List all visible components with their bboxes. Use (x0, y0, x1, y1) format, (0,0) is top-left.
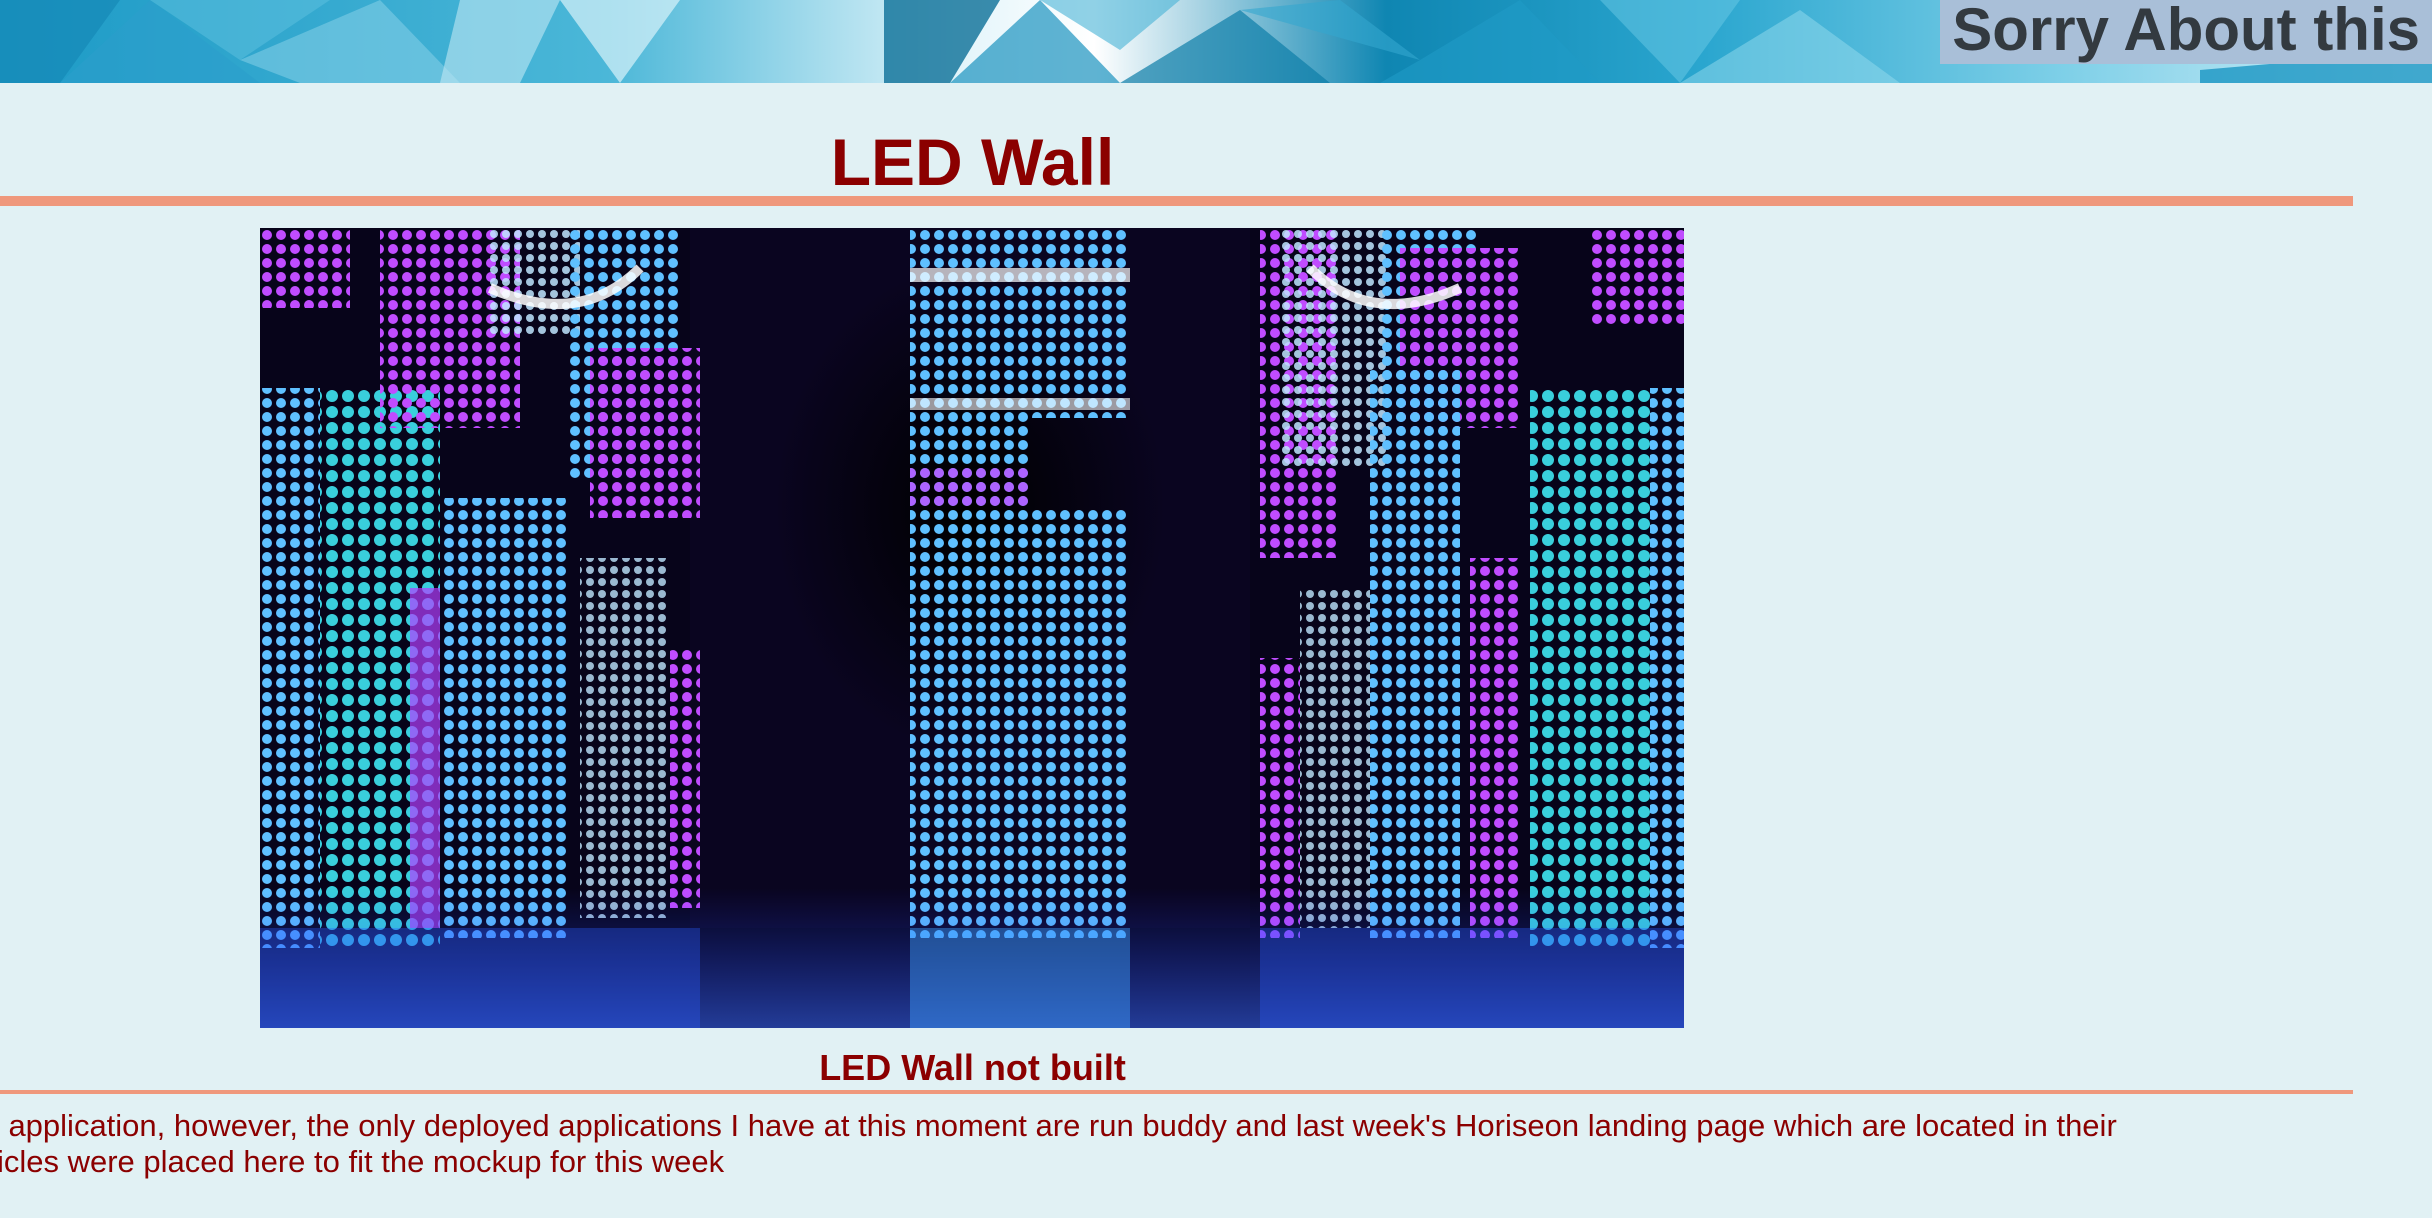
led-wall-image (260, 228, 1684, 1028)
led-wall-illustration (260, 228, 1684, 1028)
header-banner: Sorry About this (0, 0, 2432, 83)
body-paragraph: deployed application, however, the only … (0, 1108, 2432, 1180)
heading-divider (0, 196, 2353, 206)
body-line: mpty" articles were placed here to fit t… (0, 1144, 725, 1179)
section-heading: LED Wall (830, 125, 1115, 199)
body-line: deployed application, however, the only … (0, 1108, 2117, 1143)
image-caption: LED Wall not built (819, 1047, 1126, 1088)
site-title: Sorry About this (1940, 0, 2432, 64)
page: Sorry About this LED Wall LED Wall not b… (0, 0, 2432, 1218)
caption-divider (0, 1090, 2353, 1094)
